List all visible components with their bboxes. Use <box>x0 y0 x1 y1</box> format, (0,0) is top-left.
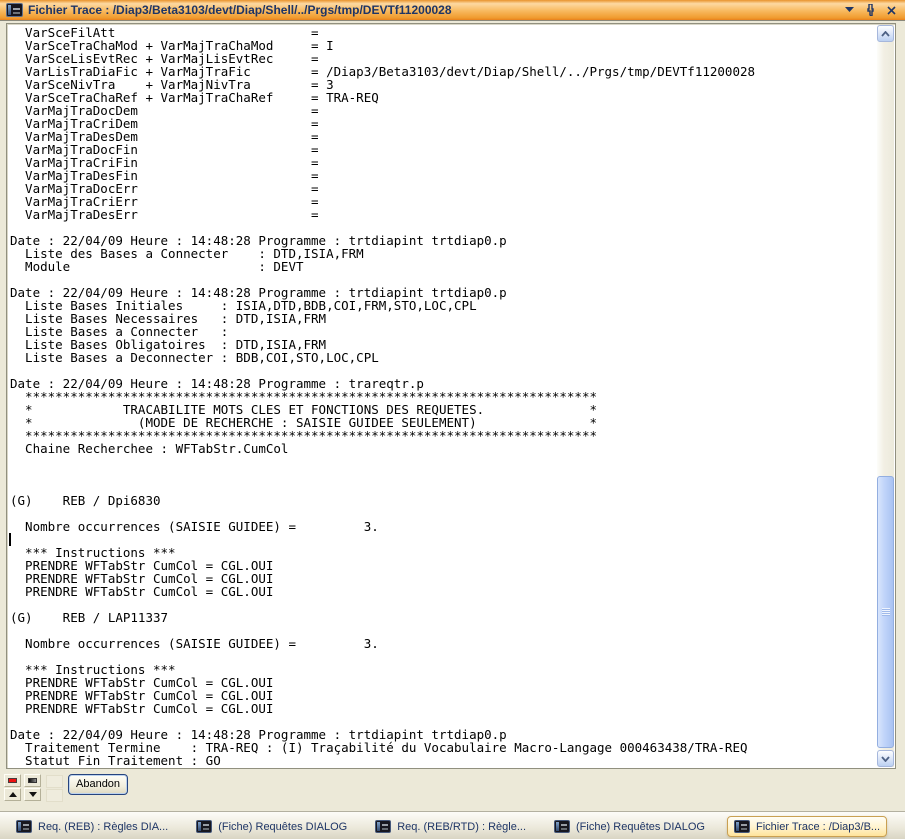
document-window-icon <box>16 820 32 833</box>
trace-text-panel: VarSceFilAtt = VarSceTraChaMod + VarMajT… <box>6 23 896 769</box>
close-icon[interactable] <box>883 3 899 18</box>
nav-disabled-button-1 <box>46 775 63 788</box>
tab-label: (Fiche) Requêtes DIALOG <box>218 821 347 833</box>
tab-fiche-requetes-2[interactable]: (Fiche) Requêtes DIALOG <box>548 816 711 837</box>
down-triangle-icon <box>29 792 37 797</box>
tab-label: Req. (REB/RTD) : Règle... <box>397 821 526 833</box>
black-bar-icon <box>28 778 37 783</box>
nav-disabled-button-2 <box>46 789 63 802</box>
red-bar-icon <box>8 778 17 783</box>
tab-label: Req. (REB) : Règles DIA... <box>38 821 168 833</box>
tab-req-reb[interactable]: Req. (REB) : Règles DIA... <box>10 816 174 837</box>
window-title: Fichier Trace : /Diap3/Beta3103/devt/Dia… <box>28 3 836 17</box>
tab-fiche-requetes-1[interactable]: (Fiche) Requêtes DIALOG <box>190 816 353 837</box>
scroll-down-button[interactable] <box>877 750 894 767</box>
tab-req-reb-rtd[interactable]: Req. (REB/RTD) : Règle... <box>369 816 532 837</box>
trace-viewer-window: { "titlebar": { "title": "Fichier Trace … <box>0 0 905 839</box>
nav-up-button[interactable] <box>4 788 21 801</box>
document-window-icon <box>196 820 212 833</box>
tab-fichier-trace[interactable]: Fichier Trace : /Diap3/B... <box>727 816 887 837</box>
nav-last-button[interactable] <box>24 774 41 787</box>
up-triangle-icon <box>9 792 17 797</box>
mdi-tab-bar: Req. (REB) : Règles DIA... (Fiche) Requê… <box>0 811 905 839</box>
window-icon <box>6 3 23 17</box>
scrollbar-thumb[interactable] <box>877 476 894 748</box>
scrollbar-grip <box>882 608 890 616</box>
vertical-scrollbar[interactable] <box>877 25 894 767</box>
scroll-up-button[interactable] <box>877 25 894 42</box>
window-titlebar[interactable]: Fichier Trace : /Diap3/Beta3103/devt/Dia… <box>0 0 905 21</box>
document-window-icon <box>734 820 750 833</box>
tab-label: (Fiche) Requêtes DIALOG <box>576 821 705 833</box>
nav-first-button[interactable] <box>4 774 21 787</box>
pin-icon[interactable] <box>862 3 878 18</box>
abandon-button[interactable]: Abandon <box>68 774 128 795</box>
document-window-icon <box>375 820 391 833</box>
tab-label: Fichier Trace : /Diap3/B... <box>756 821 880 833</box>
chevron-down-icon[interactable] <box>841 3 857 18</box>
text-cursor <box>9 533 11 546</box>
navigation-controls: Abandon <box>0 770 905 811</box>
nav-down-button[interactable] <box>24 788 41 801</box>
document-window-icon <box>554 820 570 833</box>
trace-output[interactable]: VarSceFilAtt = VarSceTraChaMod + VarMajT… <box>7 24 876 768</box>
